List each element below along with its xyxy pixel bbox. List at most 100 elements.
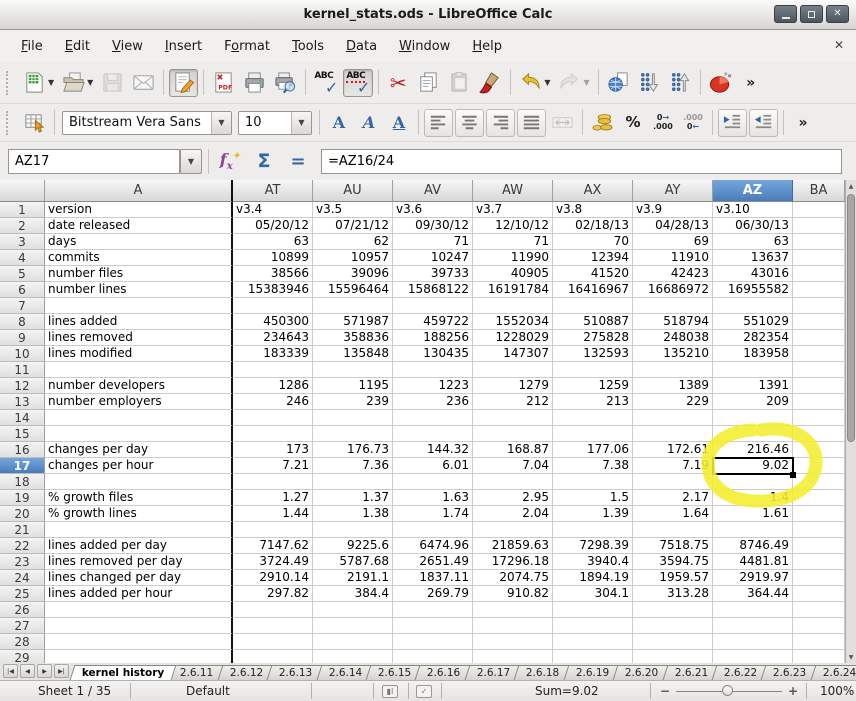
cell-AX17[interactable]: 7.38 bbox=[553, 458, 633, 474]
cell-AW21[interactable] bbox=[473, 522, 553, 538]
decrease-indent-button[interactable] bbox=[718, 109, 747, 137]
merge-cells-button[interactable] bbox=[548, 109, 577, 137]
row-header-17[interactable]: 17 bbox=[0, 458, 45, 474]
cell-A16[interactable]: changes per day bbox=[45, 442, 233, 458]
row-header-14[interactable]: 14 bbox=[0, 410, 45, 426]
cell-A23[interactable]: lines removed per day bbox=[45, 554, 233, 570]
paste-button[interactable] bbox=[445, 69, 474, 97]
cell-AW3[interactable]: 71 bbox=[473, 234, 553, 250]
cell-AY10[interactable]: 135210 bbox=[633, 346, 713, 362]
cell-A14[interactable] bbox=[45, 410, 233, 426]
row-header-24[interactable]: 24 bbox=[0, 570, 45, 586]
menu-window[interactable]: Window bbox=[388, 34, 461, 59]
column-header-AU[interactable]: AU bbox=[313, 180, 393, 202]
cell-AW8[interactable]: 1552034 bbox=[473, 314, 553, 330]
zoom-level[interactable]: 100% bbox=[820, 681, 854, 701]
cell-AX21[interactable] bbox=[553, 522, 633, 538]
cell-A29[interactable] bbox=[45, 650, 233, 663]
cell-AT10[interactable]: 183339 bbox=[233, 346, 313, 362]
cell-AT28[interactable] bbox=[233, 634, 313, 650]
close-document-icon[interactable]: ✕ bbox=[834, 38, 844, 52]
cell-AZ23[interactable]: 4481.81 bbox=[713, 554, 793, 570]
cell-BA3[interactable] bbox=[793, 234, 845, 250]
cell-AY12[interactable]: 1389 bbox=[633, 378, 713, 394]
cell-AW9[interactable]: 1228029 bbox=[473, 330, 553, 346]
cell-BA28[interactable] bbox=[793, 634, 845, 650]
cell-A20[interactable]: % growth lines bbox=[45, 506, 233, 522]
page-style[interactable]: Default bbox=[186, 681, 230, 701]
cell-AX27[interactable] bbox=[553, 618, 633, 634]
cell-AW12[interactable]: 1279 bbox=[473, 378, 553, 394]
row-header-4[interactable]: 4 bbox=[0, 250, 45, 266]
row-header-8[interactable]: 8 bbox=[0, 314, 45, 330]
cell-AV29[interactable] bbox=[393, 650, 473, 663]
zoom-slider-thumb[interactable] bbox=[722, 685, 733, 696]
open-dropdown-icon[interactable]: ▼ bbox=[87, 78, 93, 87]
cell-AX29[interactable] bbox=[553, 650, 633, 663]
cell-AV24[interactable]: 1837.11 bbox=[393, 570, 473, 586]
row-header-12[interactable]: 12 bbox=[0, 378, 45, 394]
cell-A11[interactable] bbox=[45, 362, 233, 378]
cell-AZ12[interactable]: 1391 bbox=[713, 378, 793, 394]
column-header-AX[interactable]: AX bbox=[553, 180, 633, 202]
row-header-20[interactable]: 20 bbox=[0, 506, 45, 522]
cell-AV27[interactable] bbox=[393, 618, 473, 634]
cell-AX11[interactable] bbox=[553, 362, 633, 378]
chevron-down-icon[interactable]: ▼ bbox=[211, 112, 231, 134]
new-document-dropdown-icon[interactable]: ▼ bbox=[48, 78, 54, 87]
column-header-AV[interactable]: AV bbox=[393, 180, 473, 202]
cell-AU2[interactable]: 07/21/12 bbox=[313, 218, 393, 234]
cell-AX12[interactable]: 1259 bbox=[553, 378, 633, 394]
overflow-button[interactable]: » bbox=[789, 109, 817, 137]
row-header-18[interactable]: 18 bbox=[0, 474, 45, 490]
cell-AZ6[interactable]: 16955582 bbox=[713, 282, 793, 298]
menu-format[interactable]: Format bbox=[213, 34, 281, 59]
menu-file[interactable]: File bbox=[10, 34, 54, 59]
sort-ascending-button[interactable] bbox=[666, 69, 695, 97]
cell-A5[interactable]: number files bbox=[45, 266, 233, 282]
cell-AW20[interactable]: 2.04 bbox=[473, 506, 553, 522]
cell-AY2[interactable]: 04/28/13 bbox=[633, 218, 713, 234]
cell-AV21[interactable] bbox=[393, 522, 473, 538]
tab-nav-last-button[interactable]: ▶| bbox=[54, 664, 69, 678]
cell-AV8[interactable]: 459722 bbox=[393, 314, 473, 330]
cell-AW23[interactable]: 17296.18 bbox=[473, 554, 553, 570]
cell-AV20[interactable]: 1.74 bbox=[393, 506, 473, 522]
cell-AZ14[interactable] bbox=[713, 410, 793, 426]
cell-AZ13[interactable]: 209 bbox=[713, 394, 793, 410]
cell-A13[interactable]: number employers bbox=[45, 394, 233, 410]
cell-AY6[interactable]: 16686972 bbox=[633, 282, 713, 298]
cell-A10[interactable]: lines modified bbox=[45, 346, 233, 362]
cell-AZ1[interactable]: v3.10 bbox=[713, 202, 793, 218]
cell-AT17[interactable]: 7.21 bbox=[233, 458, 313, 474]
percent-button[interactable]: % bbox=[619, 109, 647, 137]
cell-AT26[interactable] bbox=[233, 602, 313, 618]
cell-AW11[interactable] bbox=[473, 362, 553, 378]
sheet-tab-kernel-history[interactable]: kernel history bbox=[70, 665, 177, 680]
cell-A24[interactable]: lines changed per day bbox=[45, 570, 233, 586]
zoom-in-icon[interactable]: + bbox=[788, 681, 798, 701]
cell-AW2[interactable]: 12/10/12 bbox=[473, 218, 553, 234]
cell-AT25[interactable]: 297.82 bbox=[233, 586, 313, 602]
cell-BA7[interactable] bbox=[793, 298, 845, 314]
cell-BA27[interactable] bbox=[793, 618, 845, 634]
cell-AT14[interactable] bbox=[233, 410, 313, 426]
cell-AT5[interactable]: 38566 bbox=[233, 266, 313, 282]
cell-BA6[interactable] bbox=[793, 282, 845, 298]
cell-A4[interactable]: commits bbox=[45, 250, 233, 266]
cell-AY16[interactable]: 172.61 bbox=[633, 442, 713, 458]
cell-AU1[interactable]: v3.5 bbox=[313, 202, 393, 218]
cell-AX5[interactable]: 41520 bbox=[553, 266, 633, 282]
cell-AX10[interactable]: 132593 bbox=[553, 346, 633, 362]
cell-AV10[interactable]: 130435 bbox=[393, 346, 473, 362]
cell-AV19[interactable]: 1.63 bbox=[393, 490, 473, 506]
italic-button[interactable]: A bbox=[355, 109, 383, 137]
cell-AY18[interactable] bbox=[633, 474, 713, 490]
cell-AX25[interactable]: 304.1 bbox=[553, 586, 633, 602]
hyperlink-button[interactable] bbox=[604, 69, 633, 97]
cell-A18[interactable] bbox=[45, 474, 233, 490]
align-center-button[interactable] bbox=[455, 109, 484, 137]
cell-AU21[interactable] bbox=[313, 522, 393, 538]
cell-AY23[interactable]: 3594.75 bbox=[633, 554, 713, 570]
cell-AV1[interactable]: v3.6 bbox=[393, 202, 473, 218]
